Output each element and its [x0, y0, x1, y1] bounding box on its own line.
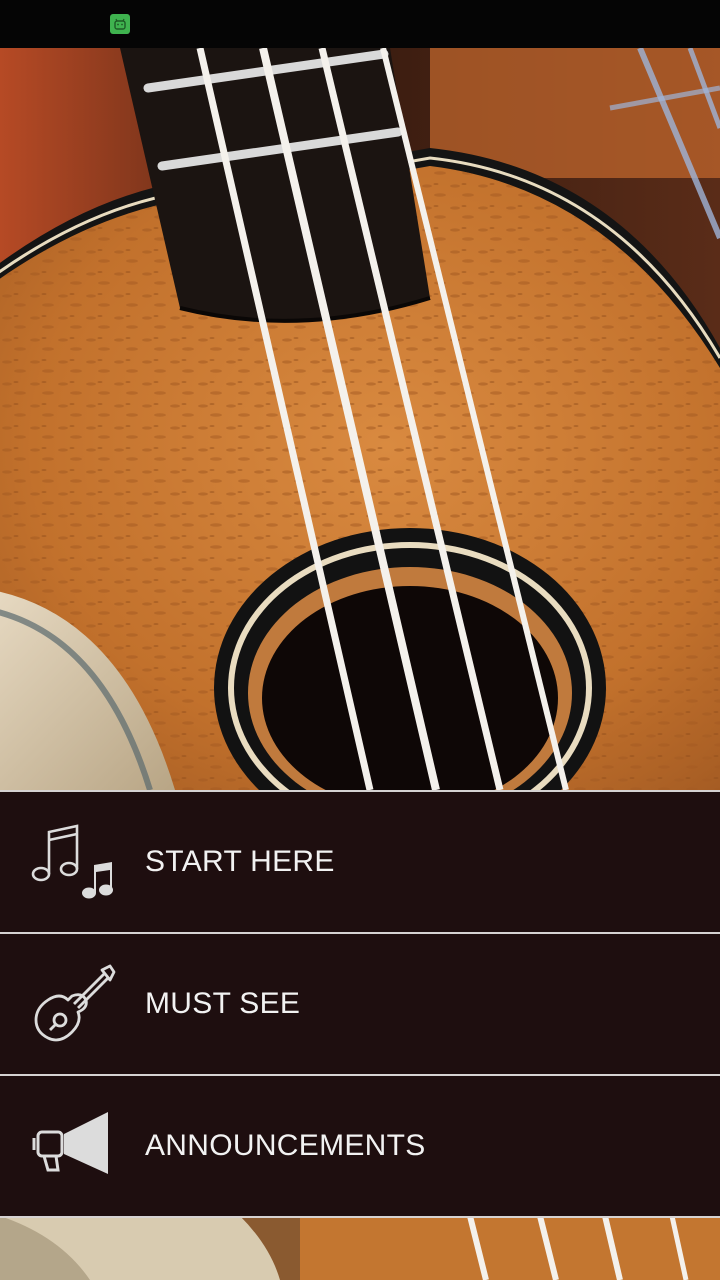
menu-item-start-here[interactable]: START HERE	[0, 790, 720, 932]
menu-item-label: MUST SEE	[145, 987, 301, 1020]
android-robot-icon	[110, 14, 130, 34]
menu-item-announcements[interactable]: ANNOUNCEMENTS	[0, 1074, 720, 1218]
ukulele-closeup-image	[0, 48, 720, 790]
ukulele-icon	[30, 962, 116, 1048]
background-image-strip	[0, 1216, 720, 1280]
app-screen: START HERE MUST SEE ANNOUNCEMENTS	[0, 0, 720, 1280]
music-notes-icon	[30, 820, 116, 906]
menu-item-label: START HERE	[145, 845, 335, 878]
megaphone-icon	[30, 1104, 116, 1190]
status-bar	[0, 0, 720, 48]
menu-item-label: ANNOUNCEMENTS	[145, 1129, 426, 1162]
main-menu: START HERE MUST SEE ANNOUNCEMENTS	[0, 790, 720, 1218]
menu-item-must-see[interactable]: MUST SEE	[0, 932, 720, 1074]
